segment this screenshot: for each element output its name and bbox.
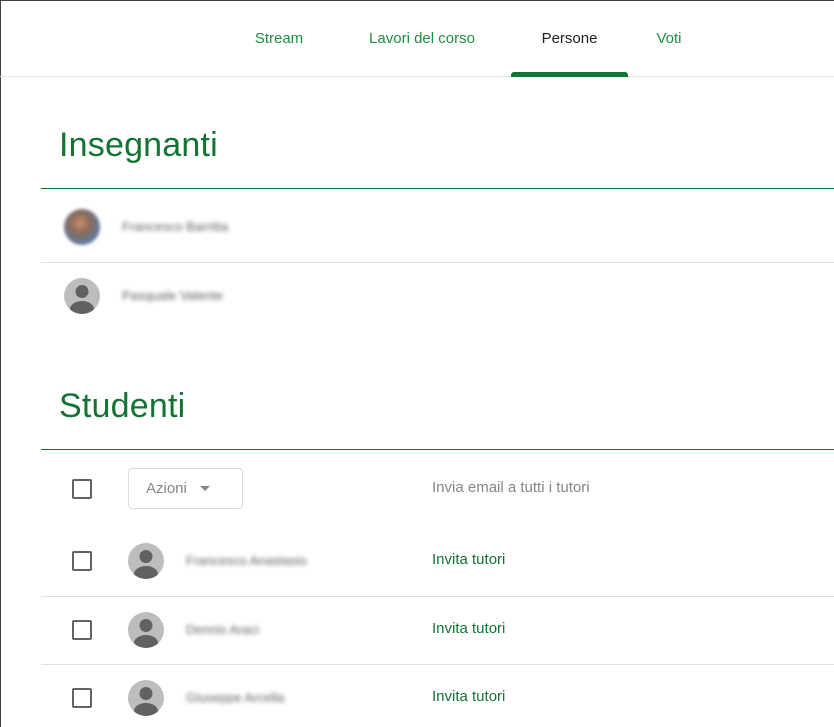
tab-stream[interactable]: Stream [236,0,322,77]
invite-guardians-link[interactable]: Invita tutori [432,620,505,637]
student-name: Giuseppe Arcella [186,690,285,705]
actions-dropdown[interactable]: Azioni [128,468,243,509]
default-person-icon [128,680,164,716]
email-all-guardians-button[interactable]: Invia email a tutti i tutori [432,479,590,496]
row-divider [41,262,834,263]
invite-guardians-link[interactable]: Invita tutori [432,688,505,705]
teachers-divider [41,188,834,189]
teachers-heading: Insegnanti [59,126,218,164]
student-checkbox[interactable] [72,688,92,708]
default-person-icon [64,278,100,314]
invite-guardians-link[interactable]: Invita tutori [432,551,505,568]
tab-voti[interactable]: Voti [640,0,698,77]
tab-persone[interactable]: Persone [511,0,628,77]
select-all-checkbox[interactable] [72,479,92,499]
default-person-icon [128,612,164,648]
teacher-name: Francesco Barritta [122,219,229,234]
student-checkbox[interactable] [72,551,92,571]
actions-label: Azioni [146,480,187,497]
avatar [64,209,100,245]
students-divider [41,449,834,450]
tab-lavori-del-corso[interactable]: Lavori del corso [347,0,497,77]
tab-label: Lavori del corso [369,30,475,47]
row-divider [41,596,834,597]
caret-down-icon [199,486,210,491]
teacher-name: Pasquale Valente [122,288,223,303]
active-tab-indicator [511,72,628,77]
row-divider [41,664,834,665]
student-checkbox[interactable] [72,620,92,640]
tab-label: Stream [254,30,304,47]
student-name: Dennis Araci [186,622,259,637]
tab-label: Voti [656,30,682,47]
tab-label: Persone [541,30,598,47]
top-nav: Stream Lavori del corso Persone Voti [0,0,834,77]
students-heading: Studenti [59,387,186,425]
student-name: Francesco Anastasio [186,553,307,568]
window-frame [0,0,834,727]
default-person-icon [128,543,164,579]
